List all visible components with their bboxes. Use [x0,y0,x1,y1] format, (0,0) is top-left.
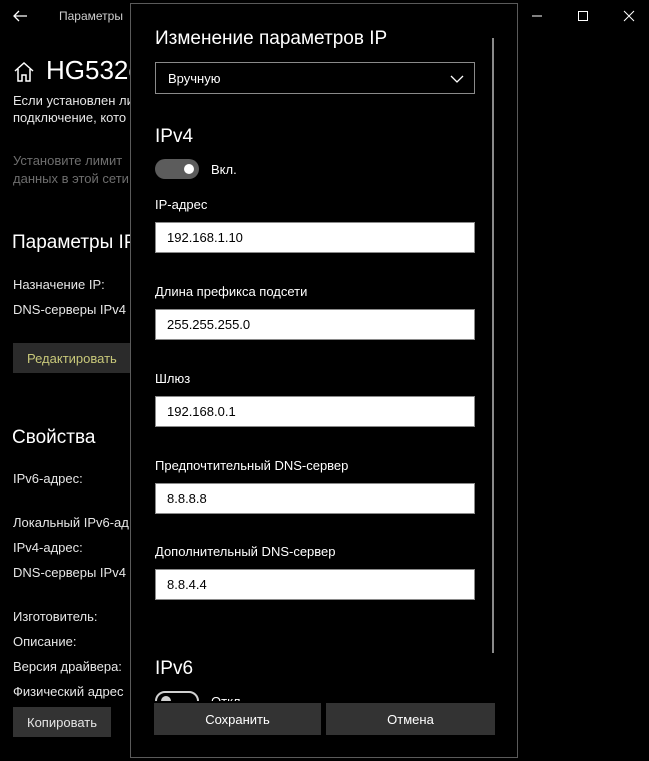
cancel-button[interactable]: Отмена [326,703,495,735]
local-ipv6-label: Локальный IPv6-ад [13,515,129,530]
ipv4-heading: IPv4 [155,126,194,147]
save-button[interactable]: Сохранить [154,703,321,735]
preferred-dns-label: Предпочтительный DNS-сервер [155,458,349,473]
chevron-down-icon [450,72,464,86]
back-arrow-icon[interactable] [10,6,30,26]
alternate-dns-label: Дополнительный DNS-сервер [155,544,336,559]
dns-ipv4-label: DNS-серверы IPv4 [13,302,126,317]
ipv4-address-label: IPv4-адрес: [13,540,83,555]
physical-address-label: Физический адрес [13,684,124,699]
alternate-dns-input[interactable]: 8.8.4.4 [155,569,475,600]
manufacturer-label: Изготовитель: [13,609,98,624]
close-button[interactable] [606,0,649,32]
preferred-dns-input[interactable]: 8.8.8.8 [155,483,475,514]
ipv6-heading: IPv6 [155,658,194,679]
dialog-title: Изменение параметров IP [155,28,388,49]
edit-button[interactable]: Редактировать [13,343,131,373]
subnet-prefix-input[interactable]: 255.255.255.0 [155,309,475,340]
app-title: Параметры [59,9,123,23]
ip-address-input[interactable]: 192.168.1.10 [155,222,475,253]
scrollbar[interactable] [492,38,494,653]
gateway-label: Шлюз [155,371,191,386]
dns-ipv4-label-2: DNS-серверы IPv4 [13,565,126,580]
maximize-button[interactable] [560,0,606,32]
page-title: HG532e [46,55,143,85]
ipv4-toggle[interactable] [155,159,199,179]
minimize-button[interactable] [514,0,560,32]
edit-ip-settings-dialog: Изменение параметров IP Вручную IPv4 Вкл… [130,3,518,758]
ip-mode-selected: Вручную [168,70,221,86]
ipv6-address-label: IPv6-адрес: [13,471,83,486]
data-limit-text-2: данных в этой сети [13,171,129,186]
driver-version-label: Версия драйвера: [13,659,122,674]
properties-heading: Свойства [12,427,96,448]
data-limit-text-1: Установите лимит [13,153,123,168]
subnet-prefix-label: Длина префикса подсети [155,284,308,299]
ip-assignment-label: Назначение IP: [13,277,105,292]
metered-description-2: подключение, кото [13,110,127,125]
description-label: Описание: [13,634,77,649]
ipv4-toggle-label: Вкл. [211,162,237,177]
home-icon [12,60,36,84]
copy-button[interactable]: Копировать [13,707,111,737]
ip-mode-dropdown[interactable]: Вручную [155,62,475,94]
ip-settings-heading: Параметры IP [12,232,137,253]
toggle-knob [184,164,194,174]
ip-address-label: IP-адрес [155,197,208,212]
gateway-input[interactable]: 192.168.0.1 [155,396,475,427]
